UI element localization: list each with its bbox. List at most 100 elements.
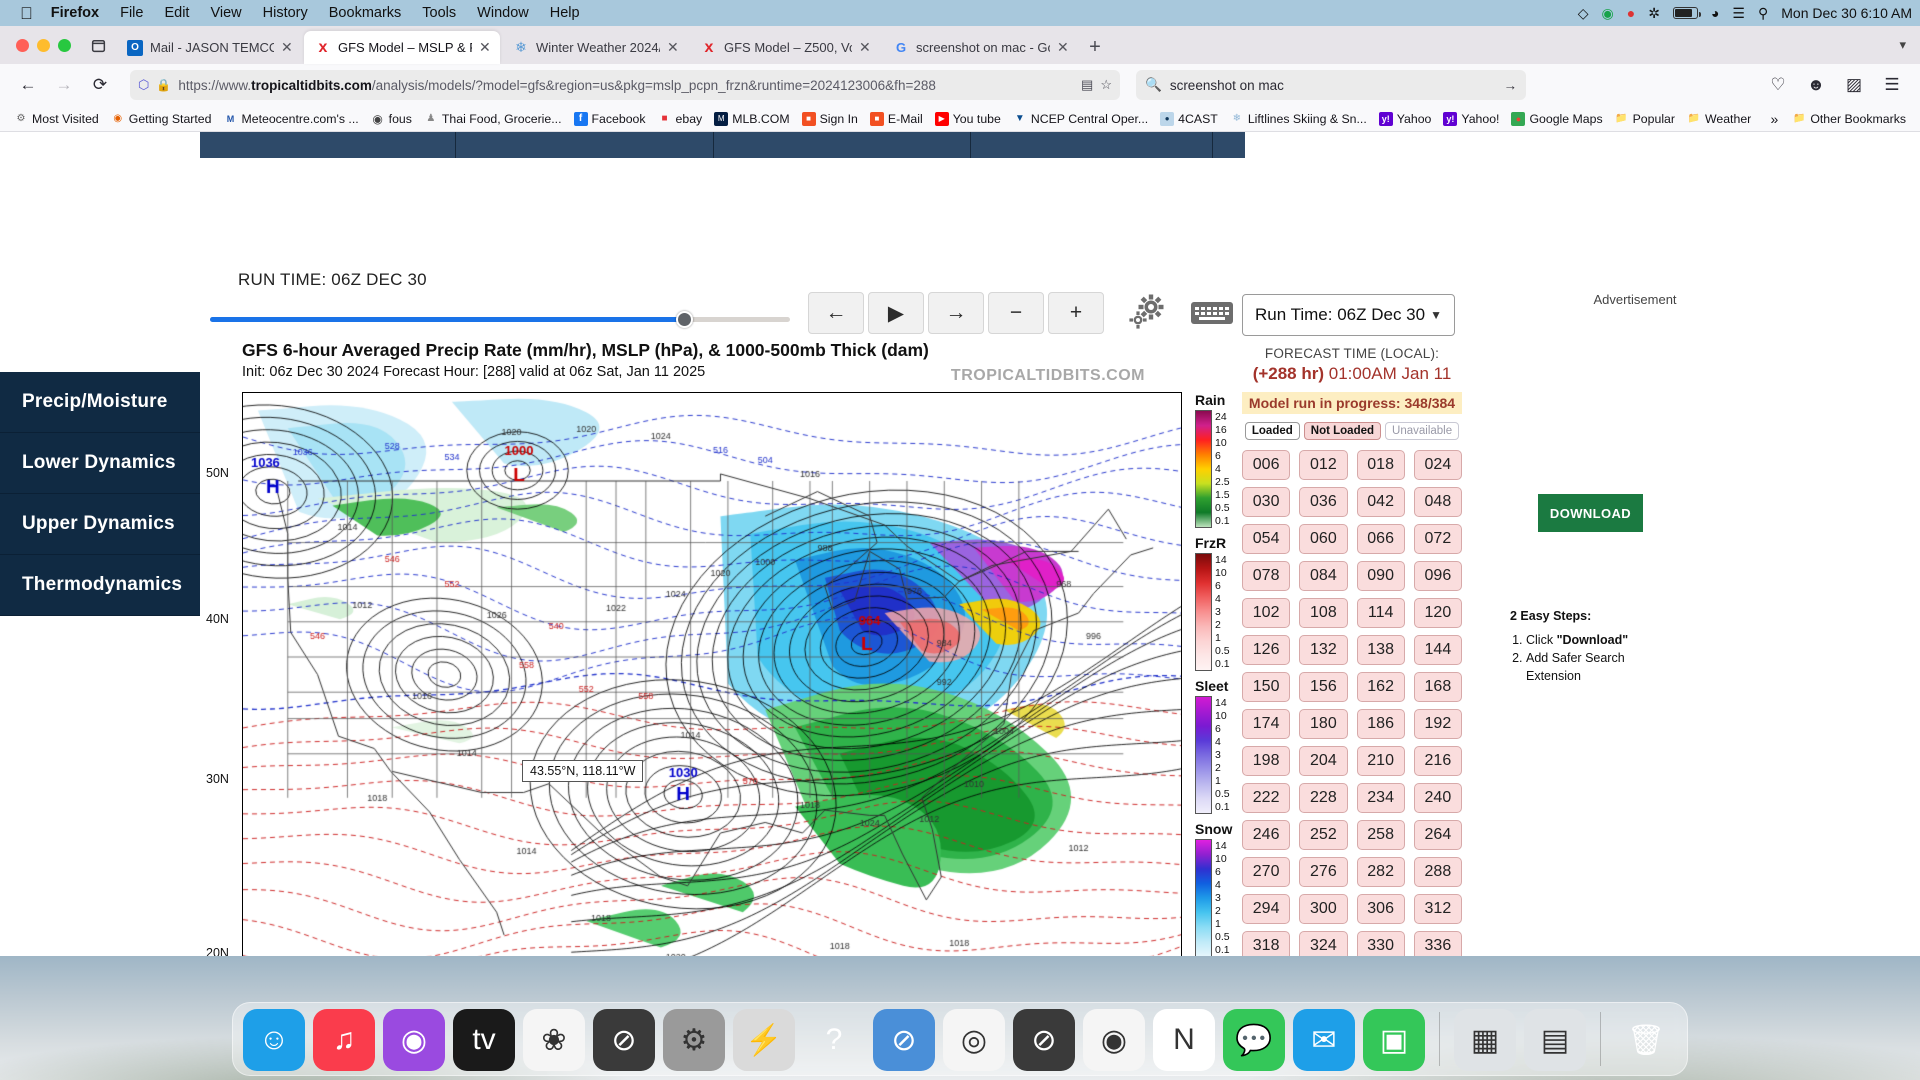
forecast-hour-288[interactable]: 288 bbox=[1414, 857, 1462, 887]
record-dot-icon[interactable]: ● bbox=[1627, 6, 1635, 20]
bookmark-ebay[interactable]: ■ebay bbox=[652, 110, 709, 128]
forecast-hour-114[interactable]: 114 bbox=[1357, 598, 1405, 628]
window-minimize-button[interactable] bbox=[37, 39, 50, 52]
forecast-hour-228[interactable]: 228 bbox=[1299, 783, 1347, 813]
forecast-hour-072[interactable]: 072 bbox=[1414, 524, 1462, 554]
apple-logo-icon[interactable]:  bbox=[20, 5, 33, 22]
account-icon[interactable]: ☻ bbox=[1800, 69, 1832, 101]
dock-icon-facetime[interactable]: ▣ bbox=[1363, 1009, 1425, 1071]
bookmark-yahoo[interactable]: y!Yahoo bbox=[1373, 110, 1438, 128]
download-button[interactable]: DOWNLOAD bbox=[1538, 494, 1643, 532]
tab-outlook[interactable]: O Mail - JASON TEMCO - Outlook ✕ bbox=[116, 31, 302, 64]
address-bar[interactable]: ⬡ 🔒 https://www.tropicaltidbits.com/anal… bbox=[130, 70, 1120, 100]
bookmark-liftlines[interactable]: ❄Liftlines Skiing & Sn... bbox=[1224, 110, 1373, 128]
dock-icon-blocked-app[interactable]: ⊘ bbox=[873, 1009, 935, 1071]
bookmark-facebook[interactable]: fFacebook bbox=[568, 110, 652, 128]
forecast-hour-240[interactable]: 240 bbox=[1414, 783, 1462, 813]
menu-file[interactable]: File bbox=[120, 5, 143, 21]
bookmarks-overflow-button[interactable]: » bbox=[1765, 109, 1785, 129]
forecast-hour-018[interactable]: 018 bbox=[1357, 450, 1405, 480]
tab-close-icon[interactable]: ✕ bbox=[281, 39, 293, 56]
dock-icon-podcasts[interactable]: ◉ bbox=[383, 1009, 445, 1071]
forecast-hour-312[interactable]: 312 bbox=[1414, 894, 1462, 924]
gear-icon[interactable] bbox=[1126, 292, 1172, 334]
sidebar-item-lower-dynamics[interactable]: Lower Dynamics bbox=[0, 433, 200, 494]
dock-icon-photos[interactable]: ❀ bbox=[523, 1009, 585, 1071]
forecast-hour-216[interactable]: 216 bbox=[1414, 746, 1462, 776]
bookmark-youtube[interactable]: ▶You tube bbox=[929, 110, 1007, 128]
play-button[interactable]: ▶ bbox=[868, 292, 924, 334]
forecast-hour-138[interactable]: 138 bbox=[1357, 635, 1405, 665]
dock-icon-blocked-app-2[interactable]: ⊘ bbox=[1013, 1009, 1075, 1071]
forecast-hour-192[interactable]: 192 bbox=[1414, 709, 1462, 739]
bookmark-meteocentre[interactable]: MMeteocentre.com's ... bbox=[217, 110, 364, 128]
menu-firefox[interactable]: Firefox bbox=[51, 5, 99, 21]
dropbox-icon[interactable]: ◇ bbox=[1578, 6, 1589, 20]
bookmark-ncep[interactable]: ▼NCEP Central Oper... bbox=[1007, 110, 1154, 128]
menu-bookmarks[interactable]: Bookmarks bbox=[329, 5, 402, 21]
forecast-hour-144[interactable]: 144 bbox=[1414, 635, 1462, 665]
menu-bar-clock[interactable]: Mon Dec 30 6:10 AM bbox=[1781, 5, 1912, 21]
forecast-hour-156[interactable]: 156 bbox=[1299, 672, 1347, 702]
dock-icon-question-app[interactable]: ? bbox=[803, 1009, 865, 1071]
tab-close-icon[interactable]: ✕ bbox=[1057, 39, 1069, 56]
tab-google-search[interactable]: G screenshot on mac - Google Sea ✕ bbox=[882, 31, 1078, 64]
forecast-hour-132[interactable]: 132 bbox=[1299, 635, 1347, 665]
weather-map-canvas[interactable] bbox=[243, 393, 1182, 970]
battery-icon[interactable] bbox=[1673, 7, 1698, 19]
dock-icon-system-settings[interactable]: ⚙ bbox=[663, 1009, 725, 1071]
other-bookmarks-folder[interactable]: 📁Other Bookmarks bbox=[1786, 110, 1912, 128]
forecast-hour-252[interactable]: 252 bbox=[1299, 820, 1347, 850]
menu-edit[interactable]: Edit bbox=[164, 5, 189, 21]
forecast-hour-276[interactable]: 276 bbox=[1299, 857, 1347, 887]
search-input[interactable]: screenshot on mac bbox=[1170, 78, 1496, 93]
menu-help[interactable]: Help bbox=[550, 5, 580, 21]
dock-icon-finder[interactable]: ☺ bbox=[243, 1009, 305, 1071]
window-maximize-button[interactable] bbox=[58, 39, 71, 52]
slider-thumb[interactable] bbox=[676, 311, 693, 328]
dock-icon-news[interactable]: N bbox=[1153, 1009, 1215, 1071]
bluetooth-icon[interactable]: ✲ bbox=[1648, 6, 1660, 20]
run-time-select[interactable]: Run Time: 06Z Dec 30 ▼ bbox=[1242, 294, 1455, 336]
screen-record-icon[interactable]: ◉ bbox=[1602, 6, 1614, 20]
forecast-hour-048[interactable]: 048 bbox=[1414, 487, 1462, 517]
app-menu-icon[interactable]: ☰ bbox=[1876, 69, 1908, 101]
control-center-icon[interactable]: ☰ bbox=[1732, 6, 1745, 20]
bookmark-sign-in[interactable]: ■Sign In bbox=[796, 110, 864, 128]
dock-icon-stacks[interactable]: ▤ bbox=[1524, 1009, 1586, 1071]
bookmark-fous[interactable]: ◉fous bbox=[365, 110, 418, 128]
shield-icon[interactable]: ⬡ bbox=[138, 77, 149, 93]
dock-icon-mail[interactable]: ✉ bbox=[1293, 1009, 1355, 1071]
tab-gfs-mslp-precip[interactable]: x GFS Model – MSLP & Precip (Ra ✕ bbox=[304, 31, 500, 64]
forecast-hour-180[interactable]: 180 bbox=[1299, 709, 1347, 739]
zoom-out-button[interactable]: − bbox=[988, 292, 1044, 334]
search-bar[interactable]: 🔍 screenshot on mac → bbox=[1136, 70, 1526, 100]
bookmark-most-visited[interactable]: ⚙Most Visited bbox=[8, 110, 105, 128]
forecast-hour-090[interactable]: 090 bbox=[1357, 561, 1405, 591]
forecast-hour-012[interactable]: 012 bbox=[1299, 450, 1347, 480]
dock-icon-screenshot-blocked[interactable]: ⊘ bbox=[593, 1009, 655, 1071]
reload-button[interactable]: ⟳ bbox=[84, 69, 116, 101]
tab-close-icon[interactable]: ✕ bbox=[859, 39, 871, 56]
forecast-hour-066[interactable]: 066 bbox=[1357, 524, 1405, 554]
dock-icon-launchpad[interactable]: ▦ bbox=[1454, 1009, 1516, 1071]
new-tab-button[interactable]: + bbox=[1079, 31, 1111, 64]
previous-frame-button[interactable]: ← bbox=[808, 292, 864, 334]
bookmark-popular-folder[interactable]: 📁Popular bbox=[1609, 110, 1681, 128]
pocket-icon[interactable]: ♡ bbox=[1762, 69, 1794, 101]
bookmark-getting-started[interactable]: ◉Getting Started bbox=[105, 110, 218, 128]
tab-gfs-z500[interactable]: x GFS Model – Z500, Vort, & Wind ✕ bbox=[690, 31, 880, 64]
forward-button[interactable]: → bbox=[48, 69, 80, 101]
forecast-hour-108[interactable]: 108 bbox=[1299, 598, 1347, 628]
forecast-hour-186[interactable]: 186 bbox=[1357, 709, 1405, 739]
bookmark-4cast[interactable]: ●4CAST bbox=[1154, 110, 1224, 128]
forecast-hour-258[interactable]: 258 bbox=[1357, 820, 1405, 850]
forecast-hour-264[interactable]: 264 bbox=[1414, 820, 1462, 850]
bookmark-mlb[interactable]: MMLB.COM bbox=[708, 110, 795, 128]
dock-icon-music[interactable]: ♫ bbox=[313, 1009, 375, 1071]
tab-winter-weather[interactable]: ❄ Winter Weather 2024/25 | Page ✕ bbox=[502, 31, 688, 64]
map-canvas-container[interactable] bbox=[242, 392, 1182, 970]
menu-tools[interactable]: Tools bbox=[422, 5, 456, 21]
dock-icon-firefox[interactable]: ◎ bbox=[943, 1009, 1005, 1071]
forecast-hour-306[interactable]: 306 bbox=[1357, 894, 1405, 924]
